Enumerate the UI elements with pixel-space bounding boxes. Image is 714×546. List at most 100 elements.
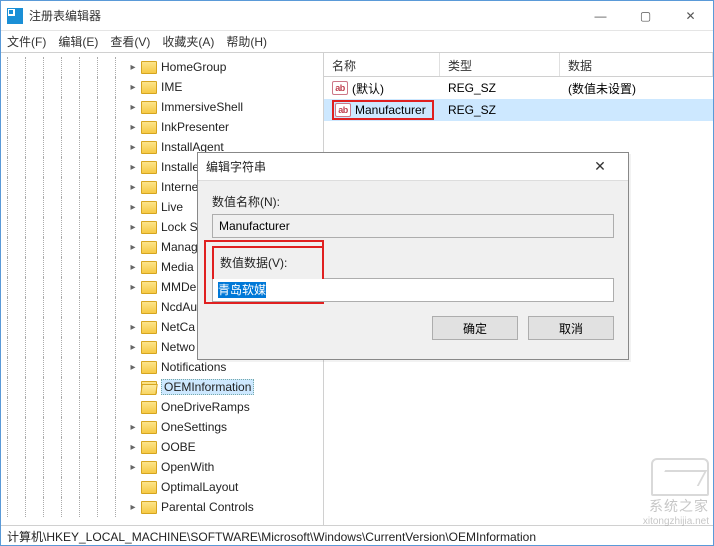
tree-item-label: OpenWith [161, 460, 214, 474]
list-row[interactable]: ab(默认)REG_SZ(数值未设置) [324, 77, 713, 99]
folder-icon [141, 201, 157, 214]
tree-item-label: Installe [161, 160, 199, 174]
expander-icon[interactable] [127, 301, 139, 313]
folder-icon [141, 181, 157, 194]
expander-icon[interactable] [127, 381, 139, 393]
value-name-label: 数值名称(N): [212, 193, 614, 210]
menu-view[interactable]: 查看(V) [110, 33, 150, 50]
tree-item[interactable]: OEMInformation [1, 377, 323, 397]
expander-icon[interactable]: ▸ [127, 501, 139, 513]
expander-icon[interactable] [127, 481, 139, 493]
app-icon [7, 8, 23, 24]
value-data-input[interactable] [212, 278, 614, 302]
folder-icon [141, 121, 157, 134]
value-data [560, 99, 713, 121]
folder-icon [141, 501, 157, 514]
expander-icon[interactable]: ▸ [127, 321, 139, 333]
menu-help[interactable]: 帮助(H) [226, 33, 267, 50]
expander-icon[interactable]: ▸ [127, 101, 139, 113]
tree-item[interactable]: ▸ Parental Controls [1, 497, 323, 517]
folder-icon [141, 221, 157, 234]
tree-item-label: ImmersiveShell [161, 100, 243, 114]
tree-item-label: MMDe [161, 280, 196, 294]
tree-item[interactable]: ▸InkPresenter [1, 117, 323, 137]
status-bar: 计算机\HKEY_LOCAL_MACHINE\SOFTWARE\Microsof… [1, 525, 713, 545]
tree-item-label: Netwo [161, 340, 195, 354]
maximize-button[interactable]: ▢ [623, 1, 668, 31]
tree-item-label: Media [161, 260, 194, 274]
tree-item[interactable]: ▸ Notifications [1, 357, 323, 377]
expander-icon[interactable]: ▸ [127, 461, 139, 473]
cancel-button[interactable]: 取消 [528, 316, 614, 340]
tree-item[interactable]: ▸ ImmersiveShell [1, 97, 323, 117]
expander-icon[interactable]: ▸ [127, 361, 139, 373]
tree-item-label: OEMInformation [164, 380, 251, 394]
col-data[interactable]: 数据 [560, 53, 713, 76]
ok-button[interactable]: 确定 [432, 316, 518, 340]
value-data: (数值未设置) [560, 77, 713, 99]
folder-icon [141, 481, 157, 494]
list-body: ab(默认)REG_SZ(数值未设置)ab Manufacturer REG_SZ [324, 77, 713, 121]
tree-item[interactable]: ▸OOBE [1, 437, 323, 457]
tree-item[interactable]: ▸ OpenWith [1, 457, 323, 477]
dialog-title: 编辑字符串 [206, 158, 580, 175]
expander-icon[interactable]: ▸ [127, 341, 139, 353]
folder-icon [141, 361, 157, 374]
tree-item-label: Lock S [161, 220, 198, 234]
folder-icon [141, 241, 157, 254]
tree-item-label: Notifications [161, 360, 226, 374]
expander-icon[interactable]: ▸ [127, 121, 139, 133]
folder-icon [141, 81, 157, 94]
value-data-selected-text: 青岛软媒 [218, 282, 266, 298]
tree-item[interactable]: OneDriveRamps [1, 397, 323, 417]
folder-icon [141, 161, 157, 174]
col-name[interactable]: 名称 [324, 53, 440, 76]
tree-item[interactable]: ▸ OneSettings [1, 417, 323, 437]
folder-icon [141, 341, 157, 354]
expander-icon[interactable]: ▸ [127, 61, 139, 73]
expander-icon[interactable] [127, 401, 139, 413]
folder-icon [141, 401, 157, 414]
tree-item-label: NetCa [161, 320, 195, 334]
folder-icon [141, 421, 157, 434]
menu-file[interactable]: 文件(F) [7, 33, 46, 50]
folder-icon [141, 461, 157, 474]
tree-item-label: OneSettings [161, 420, 227, 434]
tree-item-label: Interne [161, 180, 198, 194]
window-title: 注册表编辑器 [29, 7, 578, 24]
expander-icon[interactable]: ▸ [127, 421, 139, 433]
tree-item[interactable]: OptimalLayout [1, 477, 323, 497]
expander-icon[interactable]: ▸ [127, 201, 139, 213]
expander-icon[interactable]: ▸ [127, 441, 139, 453]
menu-favorites[interactable]: 收藏夹(A) [162, 33, 214, 50]
folder-icon [141, 101, 157, 114]
list-row[interactable]: ab Manufacturer REG_SZ [324, 99, 713, 121]
dialog-close-button[interactable]: ✕ [580, 158, 620, 175]
tree-item-label: OneDriveRamps [161, 400, 250, 414]
tree-item[interactable]: ▸ IME [1, 77, 323, 97]
tree-item-label: Parental Controls [161, 500, 254, 514]
minimize-button[interactable]: — [578, 1, 623, 31]
value-type: REG_SZ [440, 99, 560, 121]
string-value-icon: ab [335, 103, 351, 117]
value-type: REG_SZ [440, 77, 560, 99]
expander-icon[interactable]: ▸ [127, 81, 139, 93]
close-button[interactable]: ✕ [668, 1, 713, 31]
folder-icon [141, 321, 157, 334]
expander-icon[interactable]: ▸ [127, 261, 139, 273]
menu-edit[interactable]: 编辑(E) [58, 33, 98, 50]
expander-icon[interactable]: ▸ [127, 161, 139, 173]
tree-item-label: Manag [161, 240, 198, 254]
col-type[interactable]: 类型 [440, 53, 560, 76]
expander-icon[interactable]: ▸ [127, 281, 139, 293]
value-name-input[interactable] [212, 214, 614, 238]
expander-icon[interactable]: ▸ [127, 221, 139, 233]
folder-icon [141, 61, 157, 74]
tree-item-label: OptimalLayout [161, 480, 238, 494]
tree-item[interactable]: ▸HomeGroup [1, 57, 323, 77]
value-name: Manufacturer [355, 103, 426, 117]
expander-icon[interactable]: ▸ [127, 241, 139, 253]
tree-item-label: IME [161, 80, 182, 94]
expander-icon[interactable]: ▸ [127, 181, 139, 193]
expander-icon[interactable]: ▸ [127, 141, 139, 153]
